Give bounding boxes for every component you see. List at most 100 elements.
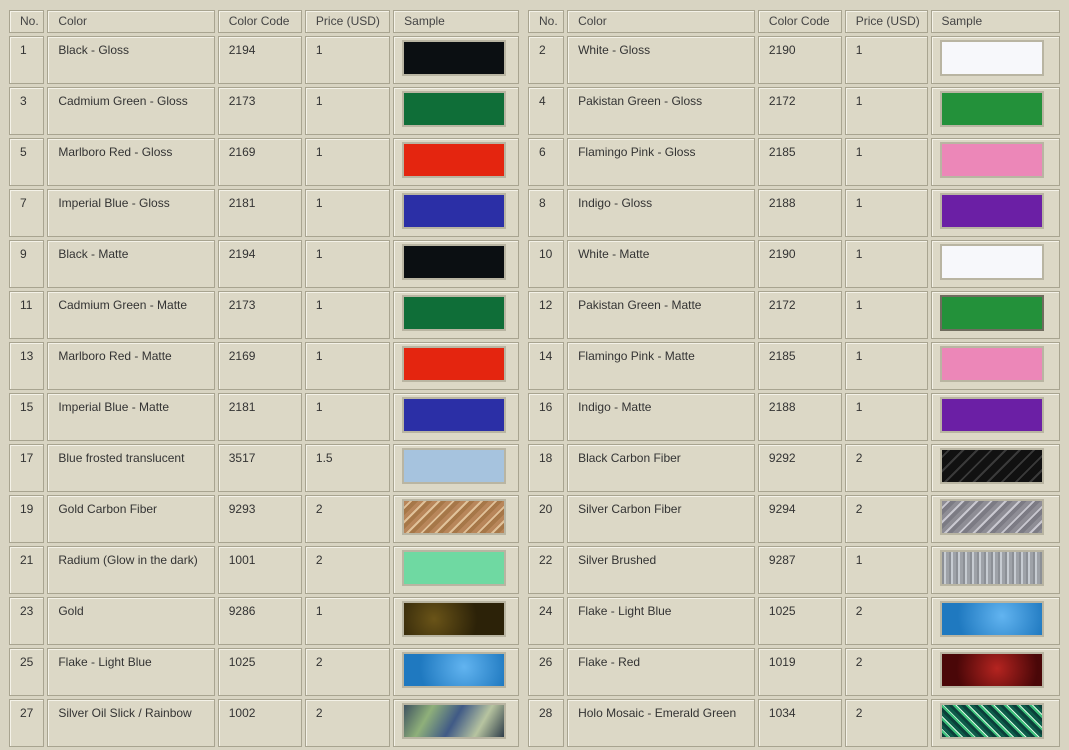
table-row: 25 Flake - Light Blue 1025 2	[9, 648, 519, 696]
table-row: 11 Cadmium Green - Matte 2173 1	[9, 291, 519, 339]
cell-sample	[393, 546, 519, 594]
cell-price: 2	[844, 444, 928, 492]
cell-code: 2173	[217, 291, 302, 339]
table-row: 1 Black - Gloss 2194 1	[9, 36, 519, 84]
cell-sample	[393, 342, 519, 390]
table-row: 26 Flake - Red 1019 2	[528, 648, 1060, 696]
cell-no: 18	[528, 444, 565, 492]
cell-color: Holo Mosaic - Emerald Green	[567, 699, 755, 747]
header-color-code: Color Code	[217, 10, 302, 33]
cell-no: 23	[9, 597, 45, 645]
cell-color: Marlboro Red - Matte	[47, 342, 215, 390]
flake-light-blue-swatch	[402, 652, 507, 688]
cell-sample	[930, 495, 1060, 543]
cell-color: Flake - Red	[567, 648, 755, 696]
table-row: 23 Gold 9286 1	[9, 597, 519, 645]
cell-sample	[930, 546, 1060, 594]
cadmium-green-swatch	[402, 295, 507, 331]
cell-sample	[930, 342, 1060, 390]
indigo-swatch	[939, 397, 1044, 433]
table-row: 21 Radium (Glow in the dark) 1001 2	[9, 546, 519, 594]
gold-swatch	[402, 601, 507, 637]
cell-price: 1	[304, 597, 391, 645]
cell-price: 1	[304, 36, 391, 84]
cell-no: 10	[528, 240, 565, 288]
cell-no: 3	[9, 87, 45, 135]
cell-color: Blue frosted translucent	[47, 444, 215, 492]
pakistan-green-swatch	[939, 91, 1044, 127]
cell-color: Silver Brushed	[567, 546, 755, 594]
table-row: 16 Indigo - Matte 2188 1	[528, 393, 1060, 441]
header-color: Color	[567, 10, 755, 33]
marlboro-red-swatch	[402, 142, 507, 178]
cell-sample	[930, 444, 1060, 492]
cell-color: Pakistan Green - Matte	[567, 291, 755, 339]
cell-no: 19	[9, 495, 45, 543]
cell-code: 9286	[217, 597, 302, 645]
cell-color: Radium (Glow in the dark)	[47, 546, 215, 594]
marlboro-red-swatch	[402, 346, 507, 382]
cell-no: 28	[528, 699, 565, 747]
cell-no: 1	[9, 36, 45, 84]
table-row: 2 White - Gloss 2190 1	[528, 36, 1060, 84]
cell-code: 9287	[757, 546, 842, 594]
cell-sample	[393, 444, 519, 492]
cell-color: Flake - Light Blue	[567, 597, 755, 645]
table-row: 3 Cadmium Green - Gloss 2173 1	[9, 87, 519, 135]
cell-code: 1025	[217, 648, 302, 696]
cell-price: 2	[844, 648, 928, 696]
cell-sample	[930, 393, 1060, 441]
table-row: 9 Black - Matte 2194 1	[9, 240, 519, 288]
radium-swatch	[402, 550, 507, 586]
cell-color: Indigo - Matte	[567, 393, 755, 441]
cell-no: 4	[528, 87, 565, 135]
cell-code: 2172	[757, 87, 842, 135]
cell-no: 8	[528, 189, 565, 237]
table-row: 5 Marlboro Red - Gloss 2169 1	[9, 138, 519, 186]
cell-sample	[930, 597, 1060, 645]
cell-color: Imperial Blue - Gloss	[47, 189, 215, 237]
cell-price: 2	[844, 699, 928, 747]
cell-code: 2169	[217, 138, 302, 186]
cell-code: 3517	[217, 444, 302, 492]
table-row: 12 Pakistan Green - Matte 2172 1	[528, 291, 1060, 339]
header-sample: Sample	[930, 10, 1060, 33]
cell-code: 9293	[217, 495, 302, 543]
table-row: 4 Pakistan Green - Gloss 2172 1	[528, 87, 1060, 135]
cell-color: Black - Matte	[47, 240, 215, 288]
cell-code: 1001	[217, 546, 302, 594]
cell-price: 2	[844, 597, 928, 645]
color-table-right: No. Color Color Code Price (USD) Sample …	[525, 7, 1063, 750]
table-row: 17 Blue frosted translucent 3517 1.5	[9, 444, 519, 492]
cell-sample	[393, 87, 519, 135]
table-row: 10 White - Matte 2190 1	[528, 240, 1060, 288]
table-row: 24 Flake - Light Blue 1025 2	[528, 597, 1060, 645]
cell-color: Gold	[47, 597, 215, 645]
cell-price: 1	[844, 87, 928, 135]
header-no: No.	[528, 10, 565, 33]
cell-price: 2	[304, 546, 391, 594]
table-row: 14 Flamingo Pink - Matte 2185 1	[528, 342, 1060, 390]
table-row: 28 Holo Mosaic - Emerald Green 1034 2	[528, 699, 1060, 747]
cell-code: 2190	[757, 36, 842, 84]
cell-price: 1	[844, 36, 928, 84]
black-matte-swatch	[402, 244, 507, 280]
black-carbon-fiber-swatch	[939, 448, 1044, 484]
cell-price: 1	[304, 291, 391, 339]
cell-price: 1	[844, 240, 928, 288]
cell-no: 22	[528, 546, 565, 594]
cell-sample	[393, 393, 519, 441]
cell-code: 2173	[217, 87, 302, 135]
cell-code: 9292	[757, 444, 842, 492]
cell-price: 1	[304, 189, 391, 237]
cell-code: 2172	[757, 291, 842, 339]
table-row: 15 Imperial Blue - Matte 2181 1	[9, 393, 519, 441]
imperial-blue-swatch	[402, 193, 507, 229]
cell-sample	[930, 36, 1060, 84]
cell-price: 2	[844, 495, 928, 543]
cell-no: 14	[528, 342, 565, 390]
cell-no: 27	[9, 699, 45, 747]
color-catalog: No. Color Color Code Price (USD) Sample …	[0, 0, 1069, 747]
cell-price: 1	[304, 87, 391, 135]
cell-code: 2185	[757, 138, 842, 186]
